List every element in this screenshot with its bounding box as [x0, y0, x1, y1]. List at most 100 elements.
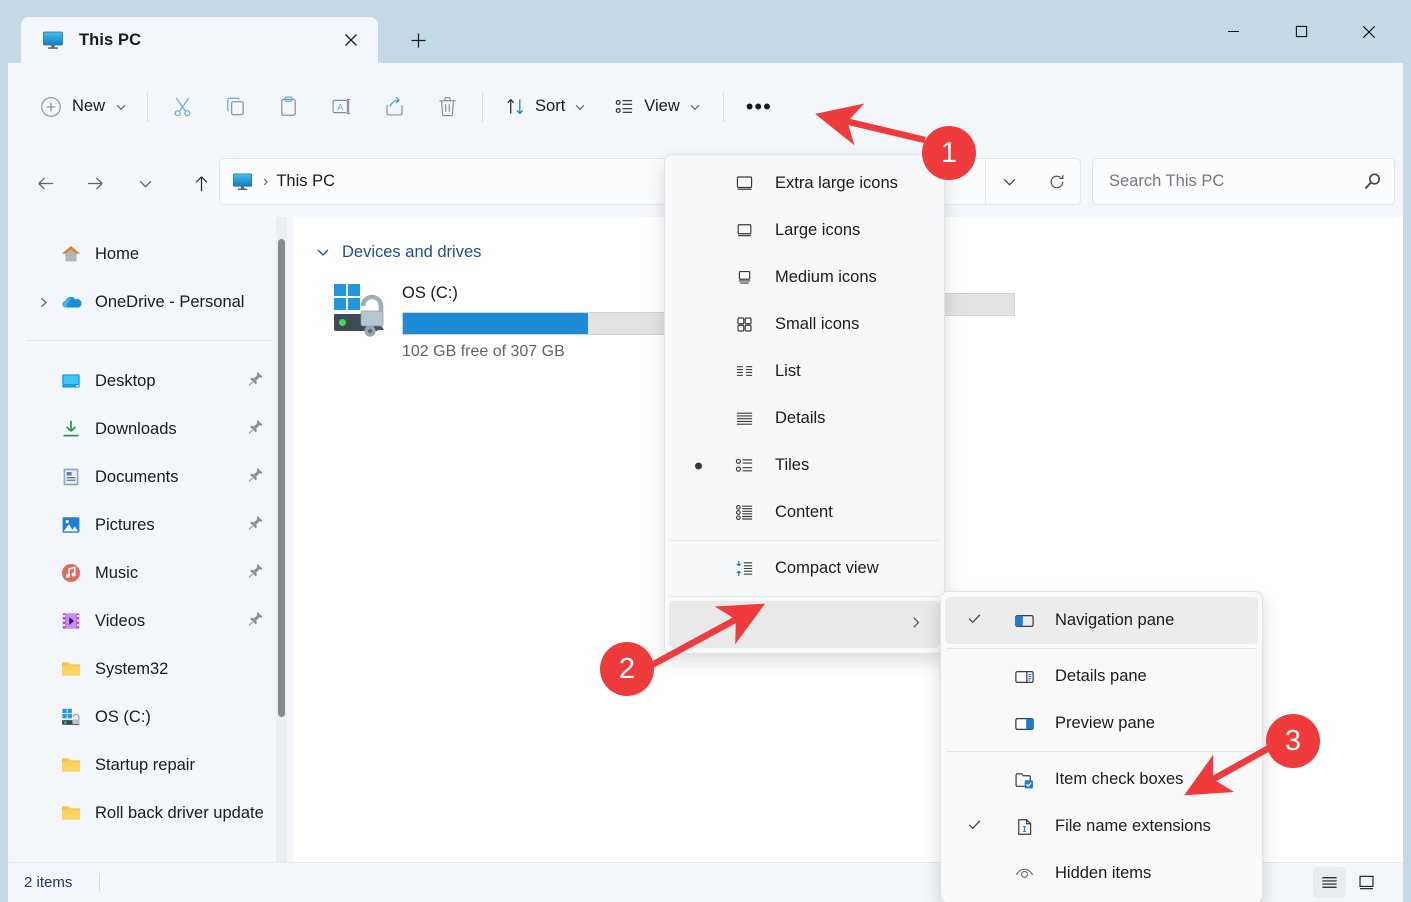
view-menu-item-small-icons[interactable]: Small icons: [669, 301, 940, 348]
view-menu-item-details[interactable]: Details: [669, 395, 940, 442]
back-button[interactable]: [26, 165, 64, 203]
view-menu-item-medium-icons[interactable]: Medium icons: [669, 254, 940, 301]
file-explorer-window: This PC: [8, 8, 1403, 902]
annotation-badge-3: 3: [1266, 714, 1320, 768]
view-menu-item-show[interactable]: [669, 601, 940, 648]
new-button-label: New: [72, 97, 105, 116]
title-bar: This PC: [8, 8, 1403, 63]
chevron-down-icon: [574, 101, 586, 113]
sidebar-item-roll-back-driver-update[interactable]: Roll back driver update: [15, 789, 286, 837]
sidebar-item-downloads[interactable]: Downloads: [15, 405, 286, 453]
new-button[interactable]: New: [31, 87, 139, 127]
new-tab-button[interactable]: [401, 24, 435, 56]
sidebar-item-documents[interactable]: Documents: [15, 453, 286, 501]
item-count-label: 2 items: [24, 874, 72, 891]
show-menu-item-label: Details pane: [1055, 667, 1147, 686]
scissors-icon: [171, 95, 194, 118]
view-menu-item-large-icons[interactable]: Large icons: [669, 207, 940, 254]
view-button-label: View: [644, 97, 679, 116]
trash-icon: [436, 95, 459, 118]
drive-tile-os-c[interactable]: OS (C:) 102 GB free of 307 GB: [330, 274, 675, 356]
previous-locations-button[interactable]: [986, 159, 1033, 204]
copy-button[interactable]: [213, 87, 258, 127]
show-menu-item-preview-pane[interactable]: Preview pane: [945, 700, 1258, 747]
group-header-label: Devices and drives: [342, 243, 481, 262]
breadcrumb-this-pc[interactable]: This PC: [276, 172, 335, 191]
forward-button[interactable]: [76, 165, 114, 203]
view-menu-item-content[interactable]: Content: [669, 489, 940, 536]
sidebar-item-label: Home: [95, 245, 139, 264]
refresh-button[interactable]: [1033, 159, 1080, 204]
pin-icon[interactable]: [248, 419, 264, 440]
rename-icon: A: [330, 95, 353, 118]
breadcrumb-actions: [985, 159, 1080, 204]
chevron-right-icon[interactable]: [35, 294, 51, 310]
toolbar-divider: [147, 92, 148, 122]
window-close-button[interactable]: [1335, 8, 1403, 55]
pin-icon[interactable]: [248, 563, 264, 584]
search-input[interactable]: Search This PC: [1109, 172, 1350, 191]
view-button[interactable]: View: [603, 87, 711, 127]
search-icon[interactable]: [1350, 159, 1394, 204]
view-menu-item-extra-large-icons[interactable]: Extra large icons: [669, 160, 940, 207]
sidebar-item-music[interactable]: Music: [15, 549, 286, 597]
sort-button[interactable]: Sort: [494, 87, 597, 127]
rename-button[interactable]: A: [319, 87, 364, 127]
large-icons-view-button[interactable]: [1350, 867, 1383, 898]
tab-this-pc[interactable]: This PC: [21, 17, 378, 63]
show-menu-item-label: Item check boxes: [1055, 770, 1183, 789]
sidebar-item-desktop[interactable]: Desktop: [15, 357, 286, 405]
cut-button[interactable]: [160, 87, 205, 127]
close-icon[interactable]: [336, 25, 366, 55]
sidebar-item-startup-repair[interactable]: Startup repair: [15, 741, 286, 789]
view-icon: [614, 96, 635, 117]
sidebar-item-system32[interactable]: System32: [15, 645, 286, 693]
view-menu-item-list[interactable]: List: [669, 348, 940, 395]
delete-button[interactable]: [425, 87, 470, 127]
pin-icon[interactable]: [248, 515, 264, 536]
sidebar-item-videos[interactable]: Videos: [15, 597, 286, 645]
show-menu-item-hidden-items[interactable]: Hidden items: [945, 850, 1258, 897]
details-view-button[interactable]: [1313, 867, 1346, 898]
sidebar-item-label: Videos: [95, 612, 145, 631]
sort-button-label: Sort: [535, 97, 565, 116]
desktop-icon: [60, 370, 82, 392]
see-more-button[interactable]: •••: [736, 87, 782, 127]
show-menu-item-details-pane[interactable]: Details pane: [945, 653, 1258, 700]
view-menu-item-compact-view[interactable]: Compact view: [669, 545, 940, 592]
show-menu-item-item-check-boxes[interactable]: Item check boxes: [945, 756, 1258, 803]
sidebar-item-home[interactable]: Home: [15, 230, 286, 278]
sidebar-item-os-c[interactable]: OS (C:): [15, 693, 286, 741]
pin-icon[interactable]: [248, 467, 264, 488]
maximize-button[interactable]: [1267, 8, 1335, 55]
view-menu-item-label: List: [775, 362, 801, 381]
sidebar-item-label: OS (C:): [95, 708, 151, 727]
show-menu-item-navigation-pane[interactable]: Navigation pane: [945, 597, 1258, 644]
sidebar-item-pictures[interactable]: Pictures: [15, 501, 286, 549]
sidebar-item-label: OneDrive - Personal: [95, 293, 244, 312]
chevron-right-icon: [909, 615, 923, 634]
status-divider: [99, 873, 100, 892]
pin-icon[interactable]: [248, 611, 264, 632]
pin-icon[interactable]: [248, 371, 264, 392]
minimize-button[interactable]: [1199, 8, 1267, 55]
view-menu-item-tiles[interactable]: Tiles: [669, 442, 940, 489]
sidebar-scrollbar-thumb[interactable]: [278, 239, 285, 717]
sidebar-item-onedrive[interactable]: OneDrive - Personal: [15, 278, 286, 326]
this-pc-icon: [232, 171, 253, 192]
recent-locations-button[interactable]: [126, 165, 164, 203]
view-menu-item-label: Content: [775, 503, 833, 522]
large-icons-view-icon: [1357, 873, 1376, 892]
up-button[interactable]: [182, 165, 220, 203]
drive-usage-bar: [402, 312, 680, 335]
search-box[interactable]: Search This PC: [1092, 158, 1395, 205]
chevron-down-icon: [689, 101, 701, 113]
onedrive-icon: [60, 291, 82, 313]
folder-icon: [60, 802, 82, 824]
paste-button[interactable]: [266, 87, 311, 127]
tiles-icon: [733, 455, 755, 477]
videos-icon: [60, 610, 82, 632]
show-menu-item-file-name-extensions[interactable]: File name extensions: [945, 803, 1258, 850]
paste-icon: [277, 95, 300, 118]
share-button[interactable]: [372, 87, 417, 127]
